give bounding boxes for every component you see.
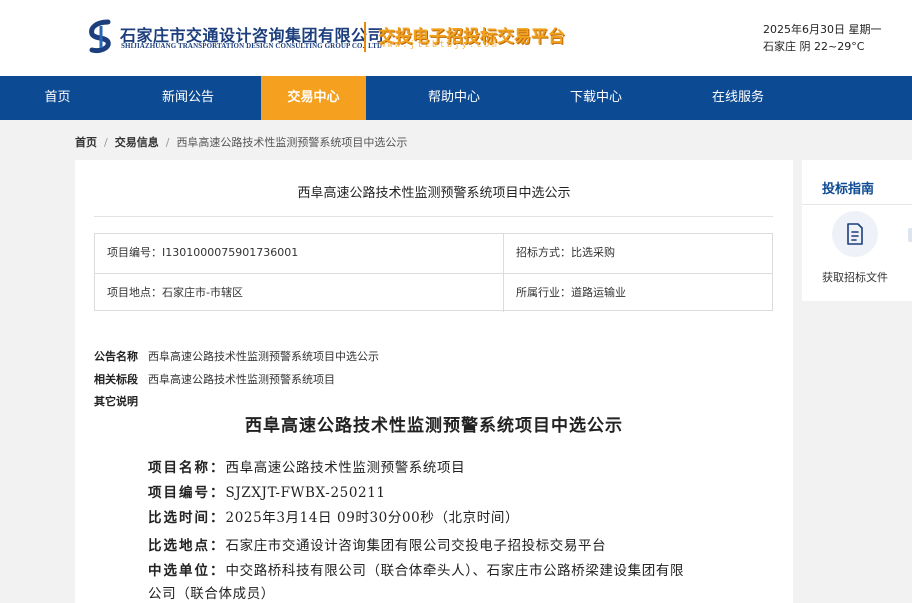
breadcrumb-current: 西阜高速公路技术性监测预警系统项目中选公示 [176,136,408,149]
doc-key: 比选地点： [148,538,226,554]
doc-line-project-name: 项目名称：西阜高速公路技术性监测预警系统项目 [148,456,465,476]
doc-value: 公司（联合体成员） [148,586,275,602]
project-number: 项目编号：I1301000075901736001 [95,234,504,273]
other-notes-label: 其它说明 [94,395,138,408]
nav-help-center[interactable]: 帮助中心 [366,76,542,120]
doc-key: 比选时间： [148,510,226,526]
company-logo-icon [89,19,111,53]
side-panel-edge [908,228,912,242]
weather-text: 石家庄 阴 22~29°C [763,40,865,53]
platform-url: www.jtzbtbjy.com [380,40,499,50]
related-section-label: 相关标段 [94,373,138,386]
notice-name-value: 西阜高速公路技术性监测预警系统项目中选公示 [148,350,379,363]
doc-line-selection-time: 比选时间：2025年3月14日 09时30分00秒（北京时间） [148,506,519,526]
doc-value: 2025年3月14日 09时30分00秒（北京时间） [225,510,520,526]
doc-key: 项目名称： [148,460,226,476]
document-title: 西阜高速公路技术性监测预警系统项目中选公示 [245,416,623,436]
related-section-row: 相关标段 西阜高速公路技术性监测预警系统项目 [94,371,335,387]
nav-download-center[interactable]: 下载中心 [542,76,650,120]
bid-method: 招标方式：比选采购 [516,246,615,259]
doc-value: 石家庄市交通设计咨询集团有限公司交投电子招投标交易平台 [225,538,607,554]
title-divider [94,216,773,217]
other-notes-row: 其它说明 [94,393,148,409]
project-info-table: 项目编号：I1301000075901736001 招标方式：比选采购 项目地点… [94,233,773,312]
project-industry: 所属行业：道路运输业 [504,273,772,312]
breadcrumb-separator: / [165,136,170,149]
nav-news[interactable]: 新闻公告 [115,76,261,120]
doc-key: 项目编号： [148,485,226,501]
get-bid-documents-button[interactable] [832,211,878,257]
nav-home[interactable]: 首页 [0,76,115,120]
nav-online-service[interactable]: 在线服务 [650,76,826,120]
doc-value: 西阜高速公路技术性监测预警系统项目 [225,460,466,476]
date-text: 2025年6月30日 星期一 [763,23,882,36]
main-nav: 首页 新闻公告 交易中心 帮助中心 下载中心 在线服务 [0,76,912,120]
doc-line-project-number: 项目编号：SJZXJT-FWBX-250211 [148,481,386,501]
notice-name-row: 公告名称 西阜高速公路技术性监测预警系统项目中选公示 [94,348,379,364]
doc-key: 中选单位： [148,563,226,579]
breadcrumb-separator: / [104,136,108,149]
logo-divider [364,22,366,52]
breadcrumb-section[interactable]: 交易信息 [115,136,159,149]
doc-line-winning-unit: 中选单位：中交路桥科技有限公司（联合体牵头人）、石家庄市公路桥梁建设集团有限 [148,559,684,579]
notice-name-label: 公告名称 [94,350,138,363]
site-header: 石家庄市交通设计咨询集团有限公司 SHIJIAZHUANG TRANSPORTA… [0,0,912,76]
bid-guide-panel: 投标指南 获取招标文件 [802,160,912,301]
project-location: 项目地点：石家庄市-市辖区 [95,273,504,312]
breadcrumb-home[interactable]: 首页 [75,136,97,149]
bid-guide-divider [802,204,912,205]
nav-trading-center[interactable]: 交易中心 [261,76,366,120]
document-icon [847,223,863,245]
company-name-en: SHIJIAZHUANG TRANSPORTATION DESIGN CONSU… [121,42,383,50]
doc-value: 中交路桥科技有限公司（联合体牵头人）、石家庄市公路桥梁建设集团有限 [225,563,685,579]
get-bid-documents-link[interactable]: 获取招标文件 [822,269,888,285]
doc-value: SJZXJT-FWBX-250211 [225,485,386,501]
notice-panel: 西阜高速公路技术性监测预警系统项目中选公示 项目编号：I130100007590… [75,160,793,603]
bid-guide-title: 投标指南 [822,182,875,197]
page-title: 西阜高速公路技术性监测预警系统项目中选公示 [297,186,571,201]
related-section-value: 西阜高速公路技术性监测预警系统项目 [148,373,335,386]
doc-line-selection-location: 比选地点：石家庄市交通设计咨询集团有限公司交投电子招投标交易平台 [148,534,606,554]
doc-line-winning-unit-cont: 公司（联合体成员） [148,582,275,602]
breadcrumb: 首页 / 交易信息 / 西阜高速公路技术性监测预警系统项目中选公示 [75,134,407,150]
